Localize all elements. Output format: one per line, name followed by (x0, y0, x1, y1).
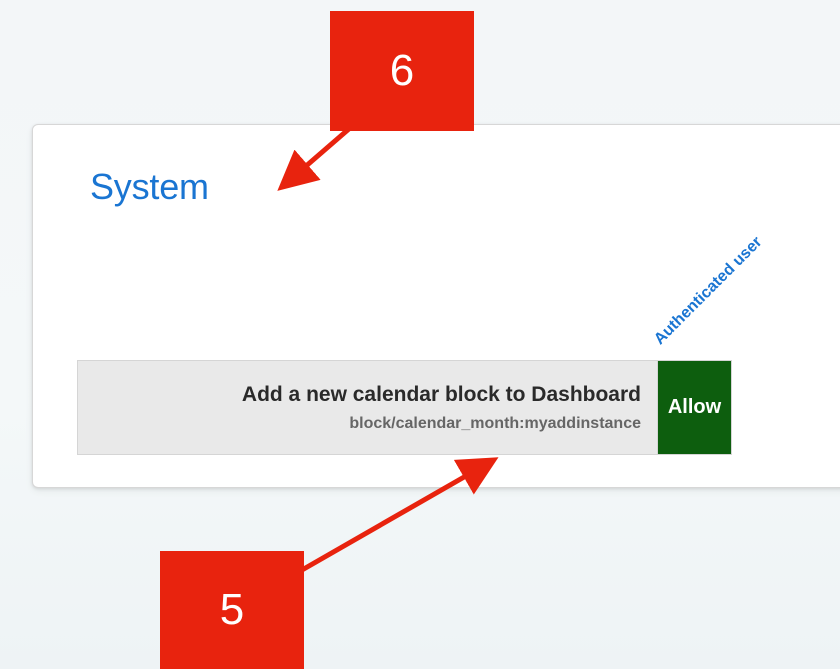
capability-identifier: block/calendar_month:myaddinstance (349, 414, 641, 432)
capability-name-cell: Add a new calendar block to Dashboard bl… (78, 361, 658, 454)
capability-row: Add a new calendar block to Dashboard bl… (77, 360, 732, 455)
allow-permission-button[interactable]: Allow (658, 361, 731, 454)
annotation-callout-5: 5 (160, 551, 304, 669)
capability-title: Add a new calendar block to Dashboard (241, 382, 641, 406)
annotation-callout-6: 6 (330, 11, 474, 131)
permission-cell: Allow (658, 361, 731, 454)
section-title: System (90, 166, 209, 207)
